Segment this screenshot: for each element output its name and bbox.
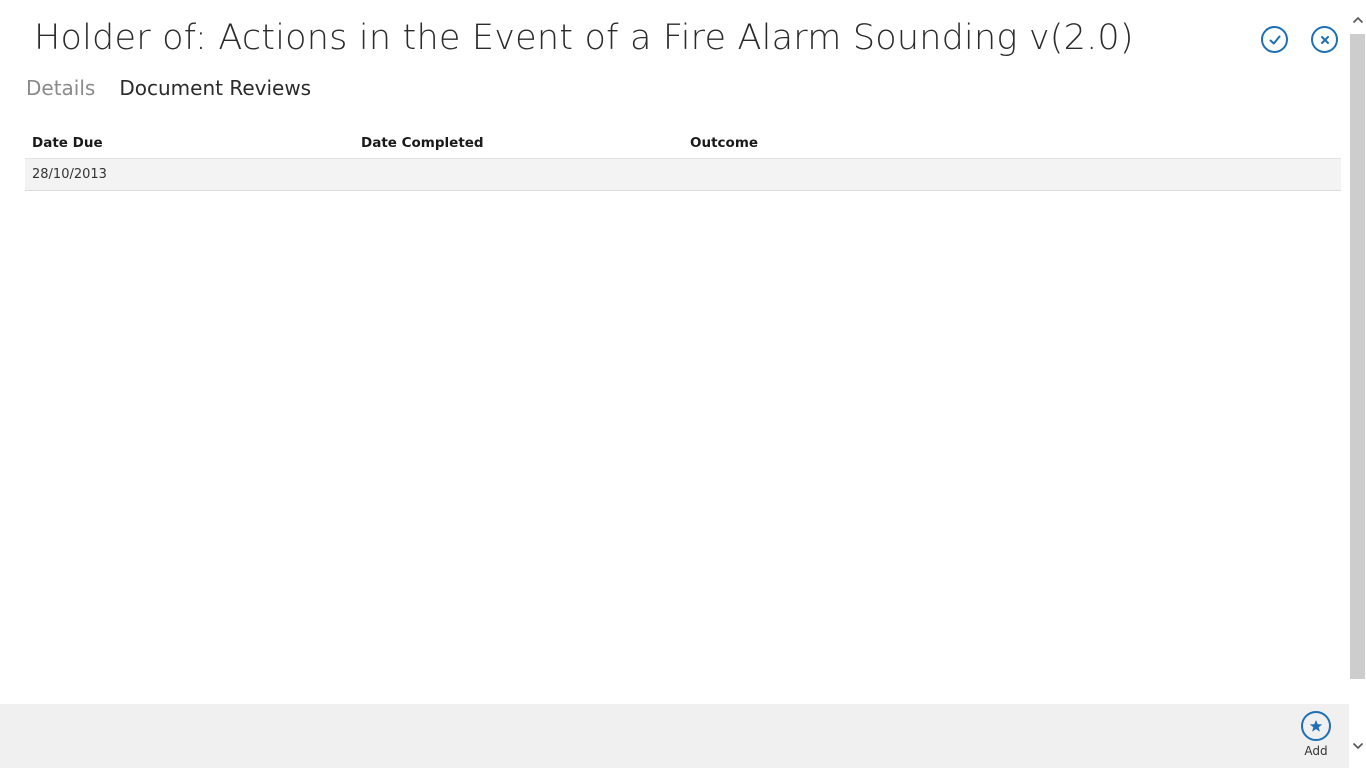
cell-date-due: 28/10/2013 — [32, 167, 107, 182]
page: Holder of: Actions in the Event of a Fir… — [0, 0, 1366, 768]
close-button[interactable] — [1311, 26, 1338, 53]
tab-details[interactable]: Details — [26, 76, 95, 100]
scroll-up-arrow[interactable] — [1349, 10, 1366, 30]
column-header-outcome[interactable]: Outcome — [683, 135, 1341, 151]
chevron-down-icon — [1352, 742, 1363, 750]
accept-button[interactable] — [1261, 26, 1288, 53]
star-icon — [1309, 720, 1323, 732]
table-row[interactable]: 28/10/2013 — [25, 159, 1341, 191]
document-reviews-grid: Date Due Date Completed Outcome 28/10/20… — [25, 128, 1341, 191]
checkmark-icon — [1269, 35, 1280, 44]
app-bar: Add — [0, 704, 1349, 768]
scroll-thumb[interactable] — [1350, 34, 1365, 679]
add-button[interactable]: Add — [1293, 711, 1339, 763]
grid-header: Date Due Date Completed Outcome — [25, 128, 1341, 159]
vertical-scrollbar[interactable] — [1349, 0, 1366, 768]
column-header-date-due[interactable]: Date Due — [25, 135, 354, 151]
tab-bar: Details Document Reviews — [26, 76, 311, 100]
chevron-up-icon — [1352, 16, 1363, 24]
close-icon — [1320, 35, 1329, 44]
column-header-date-completed[interactable]: Date Completed — [354, 135, 683, 151]
add-button-circle — [1301, 711, 1331, 741]
page-title: Holder of: Actions in the Event of a Fir… — [34, 18, 1134, 58]
tab-document-reviews[interactable]: Document Reviews — [119, 76, 311, 100]
add-button-label: Add — [1304, 744, 1328, 758]
scroll-down-arrow[interactable] — [1349, 736, 1366, 756]
